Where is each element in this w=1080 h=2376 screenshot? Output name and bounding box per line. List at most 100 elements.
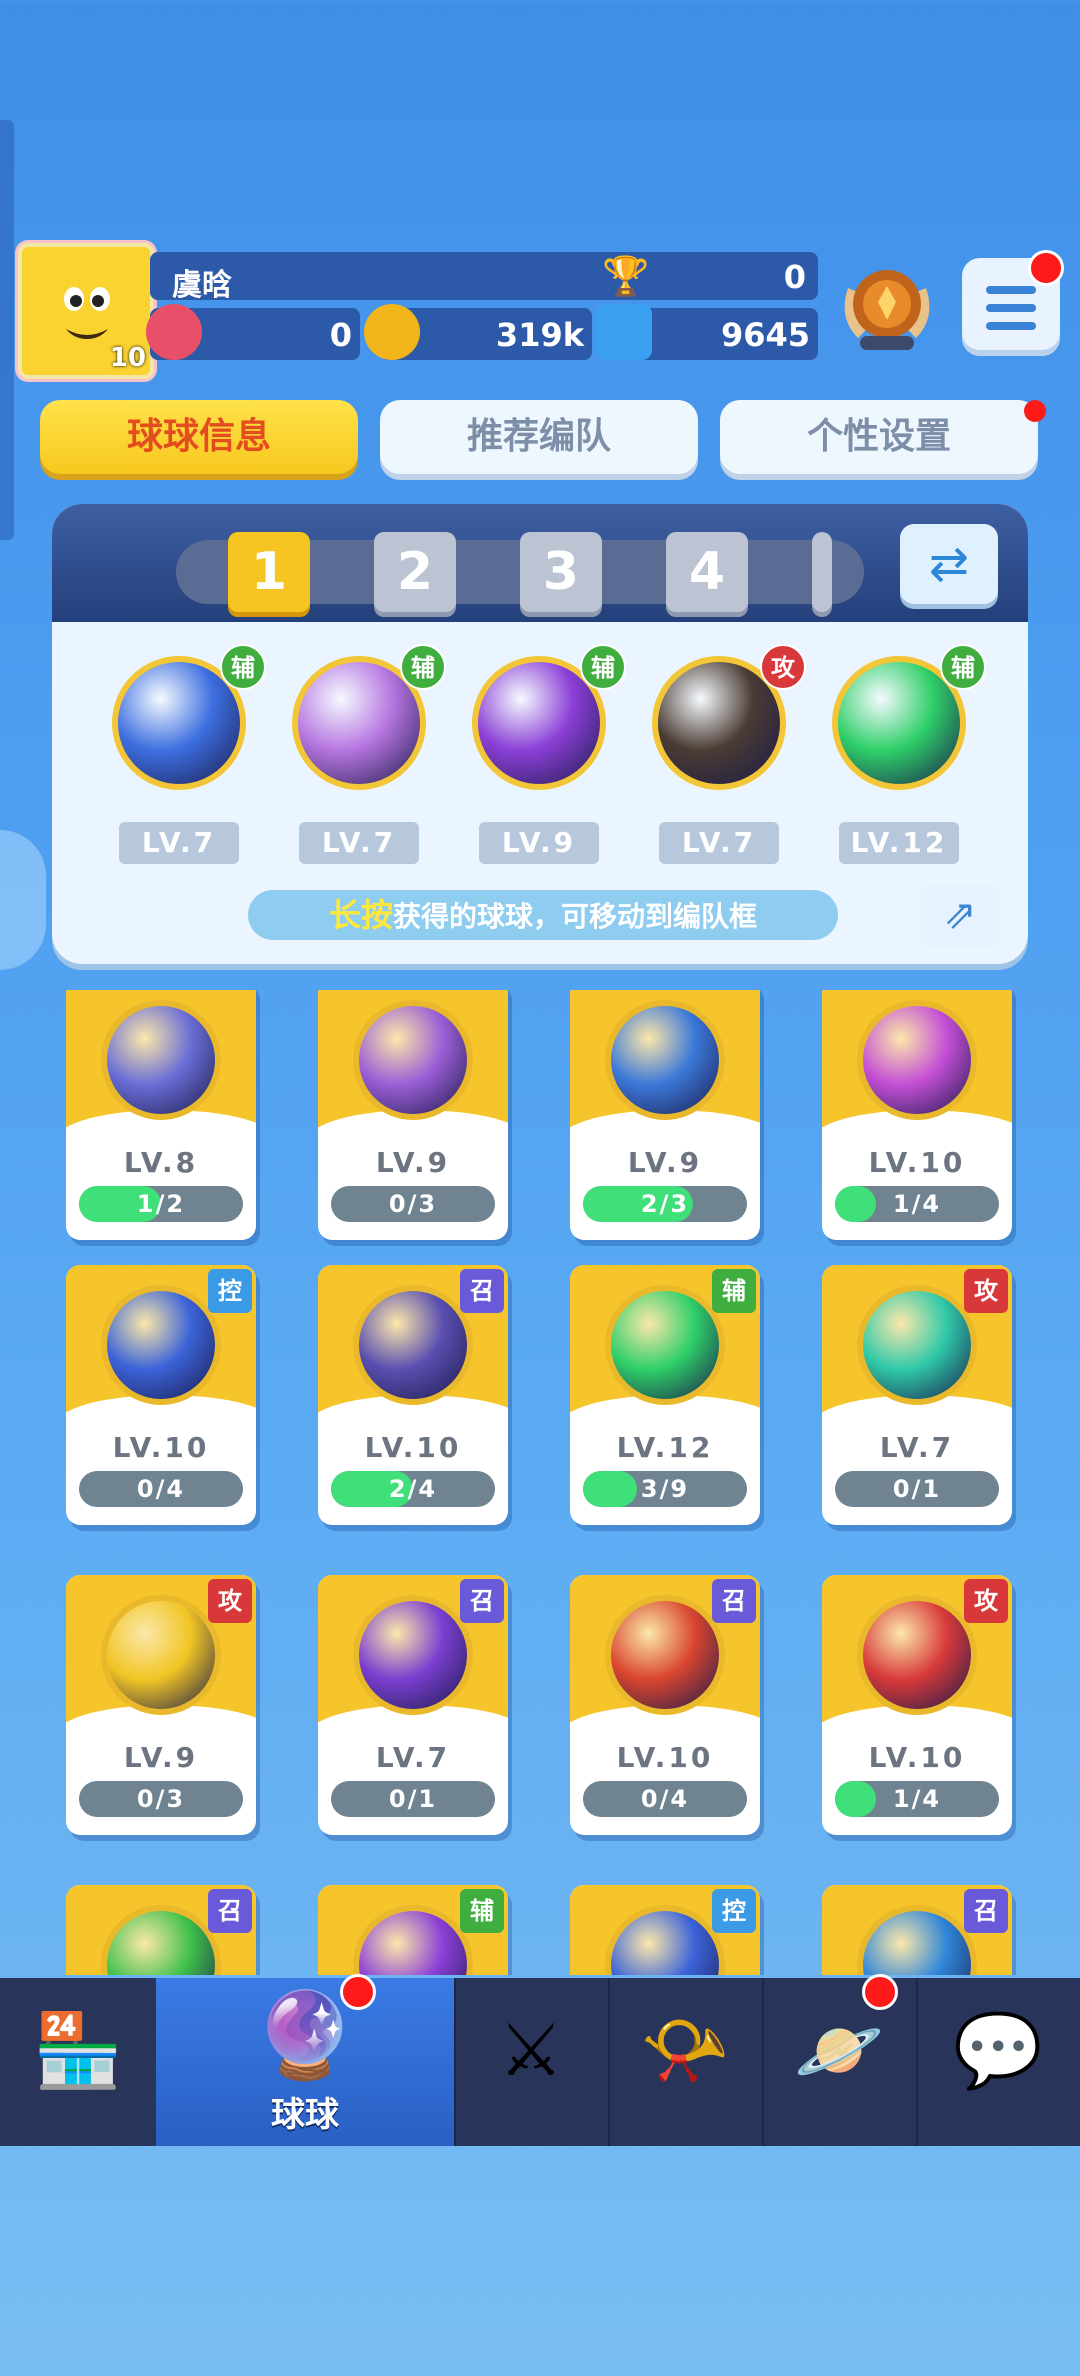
progress-text: 0/3 [388, 1190, 438, 1218]
ball-icon [605, 1595, 725, 1715]
progress-text: 0/3 [136, 1785, 186, 1813]
lineup-ball-level: LV.12 [839, 822, 959, 864]
card-level: LV.10 [868, 1741, 966, 1774]
progress-text: 2/4 [388, 1475, 438, 1503]
ball-type-badge: 辅 [400, 644, 446, 690]
ball-type-badge: 辅 [940, 644, 986, 690]
ball-card[interactable]: 攻 LV.9 0/3 [66, 1575, 256, 1835]
ball-type-tag: 控 [208, 1269, 252, 1313]
ball-type-tag: 控 [712, 1889, 756, 1933]
ticket-count: 0 [329, 316, 352, 354]
menu-button[interactable] [962, 250, 1064, 356]
lineup-slot-1[interactable]: 1 [228, 532, 310, 612]
ball-card[interactable]: LV.9 2/3 [570, 990, 760, 1240]
coin-resource[interactable]: 319k [364, 304, 592, 360]
ball-card[interactable]: 控 [570, 1885, 760, 1975]
card-level: LV.10 [112, 1431, 210, 1464]
upgrade-progress-bar: 0/3 [79, 1781, 243, 1817]
ball-icon [101, 1595, 221, 1715]
menu-line [986, 322, 1036, 330]
upgrade-progress-bar: 0/3 [331, 1186, 495, 1222]
nav-shop[interactable]: 🏪 [0, 1978, 158, 2146]
ball-type-tag: 辅 [460, 1889, 504, 1933]
ticket-add-icon [146, 304, 202, 360]
share-button[interactable]: ⇗ [920, 884, 1000, 946]
swap-lineup-button[interactable]: ⇄ [900, 524, 998, 604]
menu-line [986, 304, 1036, 312]
progress-text: 0/1 [892, 1475, 942, 1503]
resource-bar: 0 319k 9645 [146, 304, 818, 360]
lineup-slot-3[interactable]: 3 [520, 532, 602, 612]
menu-line [986, 286, 1036, 294]
lineup-slot-4[interactable]: 4 [666, 532, 748, 612]
ball-card[interactable]: 召 [822, 1885, 1012, 1975]
ball-icon [353, 1595, 473, 1715]
whistle-icon: 📯 [640, 2008, 730, 2092]
ball-icon [353, 1000, 473, 1120]
upgrade-progress-bar: 0/1 [331, 1781, 495, 1817]
upgrade-progress-bar: 0/4 [79, 1471, 243, 1507]
progress-text: 3/9 [640, 1475, 690, 1503]
nav-chat-phone[interactable]: 💬 [916, 1978, 1080, 2146]
ball-card[interactable]: 召 [66, 1885, 256, 1975]
nav-planet[interactable]: 🪐 [762, 1974, 918, 2146]
lineup-ball-level: LV.7 [119, 822, 239, 864]
ball-type-badge: 辅 [220, 644, 266, 690]
ball-card[interactable]: 辅 [318, 1885, 508, 1975]
card-level: LV.9 [627, 1146, 703, 1179]
tab-personal-settings[interactable]: 个性设置 [720, 400, 1046, 474]
upgrade-progress-bar: 0/1 [835, 1471, 999, 1507]
ball-icon [101, 1000, 221, 1120]
ball-card[interactable]: 攻 LV.10 1/4 [822, 1575, 1012, 1835]
ball-card[interactable]: LV.8 1/2 [66, 990, 256, 1240]
trophy-icon: 🏆 [602, 254, 650, 298]
ball-icon [857, 1285, 977, 1405]
ball-card[interactable]: 召 LV.10 2/4 [318, 1265, 508, 1525]
notification-dot [862, 1974, 898, 2010]
share-icon: ⇗ [943, 892, 977, 938]
tab-ball-info[interactable]: 球球信息 [40, 400, 358, 474]
upgrade-progress-bar: 1/2 [79, 1186, 243, 1222]
ball-card[interactable]: LV.9 0/3 [318, 990, 508, 1240]
ball-icon [857, 1000, 977, 1120]
nav-label: 球球 [271, 2095, 339, 2135]
bottom-navigation: 🏪 🔮 球球 ⚔ 📯 🪐 💬 [0, 1974, 1080, 2146]
nav-balls[interactable]: 🔮 球球 [156, 1974, 456, 2146]
ticket-resource[interactable]: 0 [146, 304, 360, 360]
ball-type-tag: 攻 [964, 1269, 1008, 1313]
ball-type-tag: 召 [460, 1269, 504, 1313]
notification-dot [340, 1974, 376, 2010]
notification-dot [1024, 400, 1046, 422]
lineup-panel: 1 2 3 4 ⇄ 辅 LV.7 辅 LV.7 辅 LV.9 攻 LV.7 辅 LV.12 长按获… [52, 504, 1028, 964]
ball-type-tag: 辅 [712, 1269, 756, 1313]
swap-icon: ⇄ [928, 536, 970, 592]
ball-card[interactable]: 召 LV.7 0/1 [318, 1575, 508, 1835]
ball-icon [353, 1285, 473, 1405]
rank-medal-icon[interactable] [838, 258, 936, 358]
ball-type-badge: 攻 [760, 644, 806, 690]
ball-card[interactable]: 辅 LV.12 3/9 [570, 1265, 760, 1525]
side-drawer-tab[interactable] [0, 830, 46, 970]
gem-resource[interactable]: 9645 [596, 304, 818, 360]
lineup-ball-level: LV.9 [479, 822, 599, 864]
lineup-slot-5-partial[interactable] [812, 532, 832, 612]
ball-card[interactable]: 攻 LV.7 0/1 [822, 1265, 1012, 1525]
ball-card[interactable]: LV.10 1/4 [822, 990, 1012, 1240]
notification-dot [1028, 250, 1064, 286]
nav-whistle[interactable]: 📯 [608, 1978, 764, 2146]
card-level: LV.12 [616, 1431, 714, 1464]
player-avatar[interactable]: 10 [18, 243, 154, 379]
ball-type-tag: 攻 [964, 1579, 1008, 1623]
tab-recommended-team[interactable]: 推荐编队 [380, 400, 698, 474]
ball-card[interactable]: 控 LV.10 0/4 [66, 1265, 256, 1525]
ball-type-tag: 召 [460, 1579, 504, 1623]
nav-crossed-swords[interactable]: ⚔ [454, 1978, 610, 2146]
ball-card[interactable]: 召 LV.10 0/4 [570, 1575, 760, 1835]
ball-icon [857, 1595, 977, 1715]
left-edge-handle [0, 120, 14, 540]
lineup-header: 1 2 3 4 ⇄ [52, 504, 1028, 622]
upgrade-progress-bar: 2/3 [583, 1186, 747, 1222]
upgrade-progress-bar: 0/4 [583, 1781, 747, 1817]
upgrade-progress-bar: 3/9 [583, 1471, 747, 1507]
lineup-slot-2[interactable]: 2 [374, 532, 456, 612]
